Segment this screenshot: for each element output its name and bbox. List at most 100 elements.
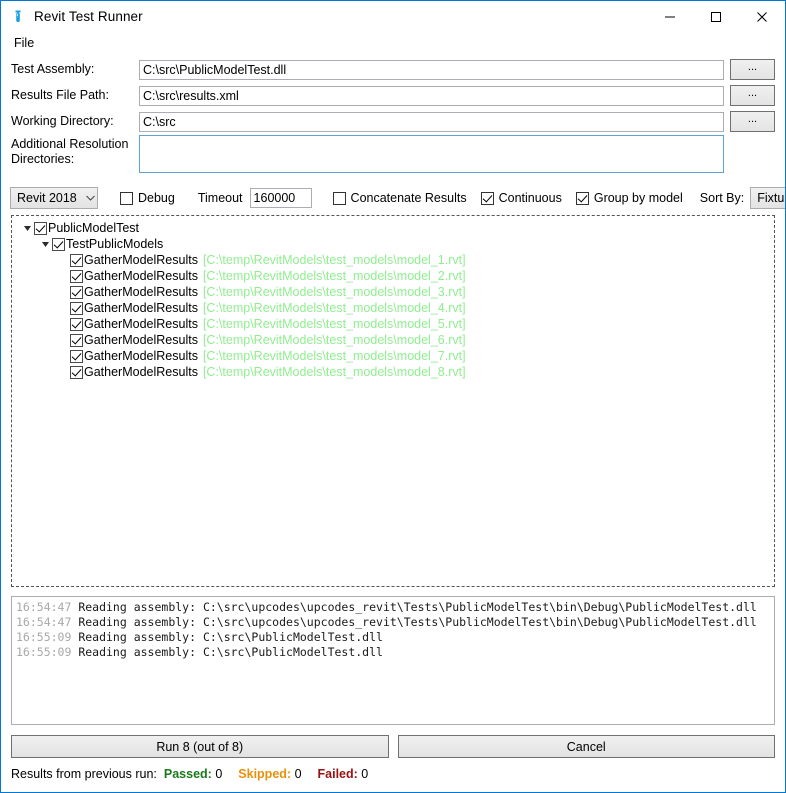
tree-node-path: [C:\temp\RevitModels\test_models\model_6…	[202, 333, 466, 347]
tree-node-path: [C:\temp\RevitModels\test_models\model_4…	[202, 301, 466, 315]
menu-bar: File	[1, 32, 785, 54]
tree-row[interactable]: TestPublicModels	[12, 236, 774, 252]
form-row-test-assembly: Test Assembly: ...	[11, 57, 775, 82]
continuous-checkbox[interactable]: Continuous	[480, 191, 562, 205]
ellipsis-icon: ...	[747, 112, 758, 125]
status-skipped-label: Skipped:	[238, 767, 292, 781]
tree-node-label: GatherModelResults	[84, 269, 198, 283]
ellipsis-icon: ...	[747, 86, 758, 99]
menu-item-file[interactable]: File	[10, 34, 38, 52]
tree-row[interactable]: GatherModelResults [C:\temp\RevitModels\t…	[12, 316, 774, 332]
tree-node-checkbox[interactable]	[70, 285, 83, 299]
concatenate-results-checkbox-box	[332, 191, 346, 205]
sort-by-dropdown[interactable]: Fixture	[750, 187, 785, 209]
form-row-working-directory: Working Directory: ...	[11, 109, 775, 134]
working-directory-input[interactable]	[139, 111, 724, 132]
status-prefix-label: Results from previous run:	[11, 767, 157, 781]
window-controls	[647, 1, 785, 32]
additional-resolution-directories-input[interactable]	[139, 135, 724, 173]
tree-node-checkbox[interactable]	[70, 317, 83, 331]
test-tube-icon	[10, 9, 26, 25]
cancel-button[interactable]: Cancel	[397, 735, 775, 758]
tree-node-checkbox[interactable]	[70, 269, 83, 283]
tree-row[interactable]: GatherModelResults [C:\temp\RevitModels\t…	[12, 348, 774, 364]
tree-node-checkbox[interactable]	[70, 349, 83, 363]
concatenate-results-checkbox[interactable]: Concatenate Results	[332, 191, 467, 205]
results-file-path-browse-button[interactable]: ...	[730, 85, 775, 106]
tree-row[interactable]: GatherModelResults [C:\temp\RevitModels\t…	[12, 284, 774, 300]
sort-by-label: Sort By:	[699, 191, 745, 205]
options-toolbar: Revit 2018 Debug Timeout Concatenate Res…	[1, 180, 785, 215]
debug-checkbox[interactable]: Debug	[120, 191, 175, 205]
results-file-path-label: Results File Path:	[11, 88, 109, 102]
form-row-additional-resolution-directories: Additional Resolution Directories:	[11, 135, 775, 179]
tree-node-checkbox[interactable]	[34, 221, 47, 235]
tree-node-checkbox[interactable]	[70, 365, 83, 379]
tree-node-checkbox[interactable]	[70, 301, 83, 315]
test-tree-view[interactable]: PublicModelTest TestPublicModels GatherMod…	[11, 215, 775, 587]
log-output-panel[interactable]: 16:54:47 Reading assembly: C:\src\upcode…	[11, 596, 775, 725]
status-failed: Failed: 0	[318, 767, 369, 781]
status-failed-label: Failed:	[317, 767, 358, 781]
results-file-path-input[interactable]	[139, 85, 724, 106]
test-assembly-browse-button[interactable]: ...	[730, 59, 775, 80]
test-assembly-label: Test Assembly:	[11, 62, 95, 76]
tree-node-label: GatherModelResults	[84, 253, 198, 267]
test-assembly-input[interactable]	[139, 59, 724, 80]
tree-node-path: [C:\temp\RevitModels\test_models\model_5…	[202, 317, 466, 331]
tree-row[interactable]: PublicModelTest	[12, 220, 774, 236]
tree-node-label: PublicModelTest	[48, 221, 140, 235]
tree-row[interactable]: GatherModelResults [C:\temp\RevitModels\t…	[12, 300, 774, 316]
tree-node-label: GatherModelResults	[84, 301, 198, 315]
close-button[interactable]	[739, 1, 785, 32]
expander-expanded-icon[interactable]	[38, 240, 52, 249]
log-message: Reading assembly: C:\src\upcodes\upcodes…	[71, 600, 757, 614]
log-timestamp: 16:55:09	[16, 645, 72, 659]
status-passed: Passed: 0	[164, 767, 222, 781]
additional-label-line2: Directories:	[11, 152, 75, 166]
concatenate-results-checkbox-label: Concatenate Results	[350, 191, 467, 205]
tree-node-label: GatherModelResults	[84, 317, 198, 331]
group-by-model-checkbox-label: Group by model	[593, 191, 683, 205]
tree-row[interactable]: GatherModelResults [C:\temp\RevitModels\t…	[12, 252, 774, 268]
continuous-checkbox-box	[480, 191, 494, 205]
log-timestamp: 16:54:47	[16, 600, 72, 614]
tree-row[interactable]: GatherModelResults [C:\temp\RevitModels\t…	[12, 364, 774, 380]
tree-node-checkbox[interactable]	[52, 237, 65, 251]
tree-node-label: GatherModelResults	[84, 285, 198, 299]
log-message: Reading assembly: C:\src\PublicModelTest…	[71, 645, 383, 659]
run-tests-button[interactable]: Run 8 (out of 8)	[11, 735, 389, 758]
debug-checkbox-box	[120, 191, 133, 205]
debug-checkbox-label: Debug	[138, 191, 175, 205]
maximize-button[interactable]	[693, 1, 739, 32]
revit-test-runner-window: Revit Test Runner File Test Assembly: ..…	[0, 0, 786, 793]
tree-row[interactable]: GatherModelResults [C:\temp\RevitModels\t…	[12, 332, 774, 348]
tree-node-path: [C:\temp\RevitModels\test_models\model_7…	[202, 349, 466, 363]
log-line: 16:55:09 Reading assembly: C:\src\Public…	[16, 630, 774, 645]
continuous-checkbox-label: Continuous	[498, 191, 562, 205]
group-by-model-checkbox-box	[575, 191, 589, 205]
action-button-row: Run 8 (out of 8) Cancel	[11, 735, 775, 758]
log-message: Reading assembly: C:\src\upcodes\upcodes…	[71, 615, 757, 629]
timeout-input[interactable]	[249, 188, 312, 208]
tree-node-checkbox[interactable]	[70, 333, 83, 347]
minimize-button[interactable]	[647, 1, 693, 32]
additional-resolution-directories-label: Additional Resolution Directories:	[11, 135, 139, 167]
tree-node-path: [C:\temp\RevitModels\test_models\model_8…	[202, 365, 466, 379]
tree-node-label: GatherModelResults	[84, 365, 198, 379]
sort-by-value: Fixture	[757, 191, 785, 205]
tree-row[interactable]: GatherModelResults [C:\temp\RevitModels\t…	[12, 268, 774, 284]
status-passed-value: 0	[215, 767, 223, 781]
group-by-model-checkbox[interactable]: Group by model	[575, 191, 683, 205]
working-directory-browse-button[interactable]: ...	[730, 111, 775, 132]
revit-version-dropdown[interactable]: Revit 2018	[10, 187, 98, 209]
expander-expanded-icon[interactable]	[20, 224, 34, 233]
working-directory-label: Working Directory:	[11, 114, 114, 128]
title-bar: Revit Test Runner	[1, 1, 785, 32]
tree-node-label: GatherModelResults	[84, 333, 198, 347]
tree-node-checkbox[interactable]	[70, 253, 83, 267]
tree-node-label: GatherModelResults	[84, 349, 198, 363]
status-bar: Results from previous run: Passed: 0 Ski…	[1, 764, 785, 784]
tree-node-path: [C:\temp\RevitModels\test_models\model_1…	[202, 253, 466, 267]
ellipsis-icon: ...	[747, 60, 758, 73]
